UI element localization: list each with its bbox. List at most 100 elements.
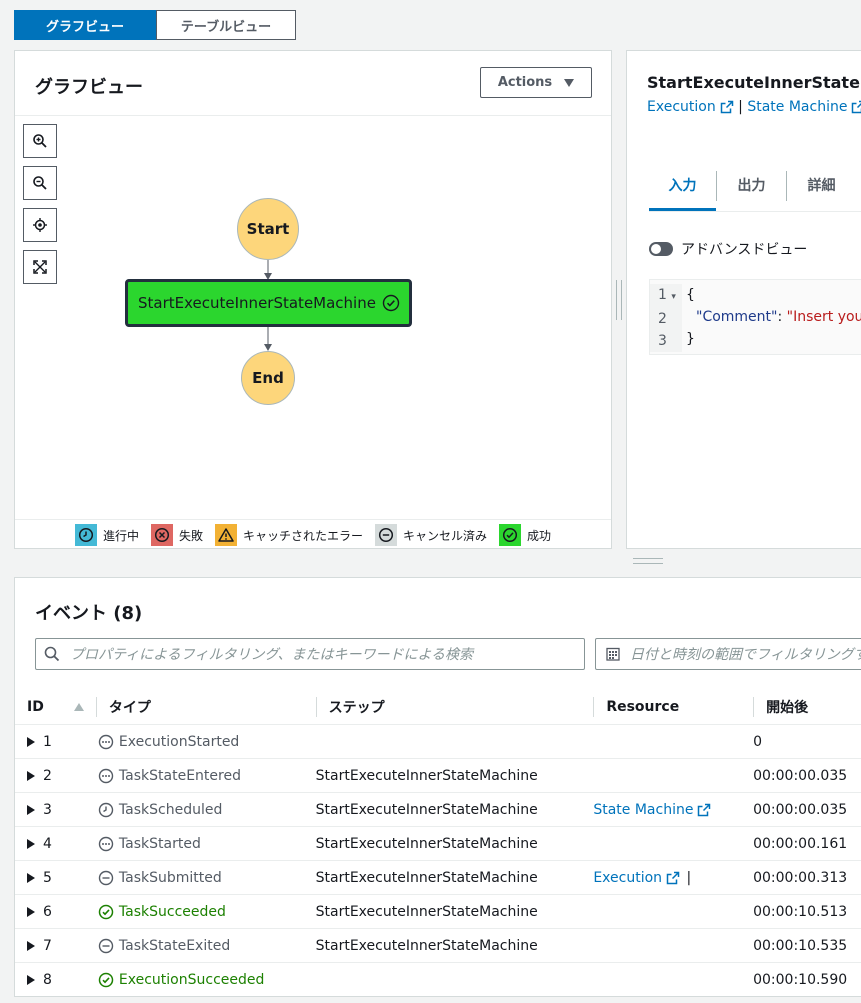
- start-node-label: Start: [246, 220, 290, 238]
- json-colon: :: [777, 309, 787, 325]
- event-resource: [593, 758, 754, 793]
- search-placeholder: プロパティによるフィルタリング、またはキーワードによる検索: [70, 647, 474, 663]
- event-id: 4: [43, 835, 52, 852]
- execution-link[interactable]: Execution: [647, 99, 734, 115]
- view-switch: グラフビュー テーブルビュー: [14, 10, 296, 40]
- graph-view-tab[interactable]: グラフビュー: [14, 10, 156, 40]
- event-resource: [593, 962, 754, 996]
- check-circle-icon: [98, 972, 114, 987]
- resource-execution-link[interactable]: Execution: [593, 870, 680, 886]
- events-panel: イベント (8) プロパティによるフィルタリング、またはキーワードによる検索 日…: [14, 577, 861, 997]
- table-row[interactable]: 7 TaskStateExited StartExecuteInnerState…: [15, 928, 861, 963]
- table-row[interactable]: 5 TaskSubmitted StartExecuteInnerStateMa…: [15, 860, 861, 895]
- column-header-label: タイプ: [108, 700, 151, 716]
- fold-caret-icon[interactable]: ▾: [671, 292, 676, 302]
- legend-label: キャンセル済み: [403, 528, 488, 543]
- external-link-icon: [720, 100, 733, 114]
- expand-row-icon[interactable]: [27, 838, 35, 849]
- column-header-type[interactable]: タイプ: [95, 690, 316, 725]
- event-type: TaskStateEntered: [118, 767, 241, 784]
- calendar-icon: [606, 647, 620, 661]
- advanced-view-toggle-row: アドバンスドビュー: [649, 239, 807, 259]
- event-step: StartExecuteInnerStateMachine: [315, 928, 594, 963]
- event-type: TaskStarted: [118, 835, 201, 852]
- clock-icon: [74, 524, 97, 546]
- legend-label: 成功: [527, 528, 552, 543]
- event-elapsed: 00:00:10.590: [753, 962, 861, 996]
- column-header-step[interactable]: ステップ: [315, 690, 594, 725]
- event-elapsed: 00:00:00.035: [753, 792, 861, 827]
- column-header-resource[interactable]: Resource: [593, 690, 754, 725]
- column-header-label: ステップ: [328, 700, 385, 716]
- table-row[interactable]: 8 ExecutionSucceeded 00:00:10.590: [15, 962, 861, 996]
- table-header-row: ID タイプ ステップ Resource 開始後: [15, 690, 861, 725]
- event-step: [315, 724, 594, 759]
- detail-links: Execution | State Machine: [647, 99, 861, 115]
- expand-row-icon[interactable]: [27, 872, 35, 883]
- table-row[interactable]: 4 TaskStarted StartExecuteInnerStateMach…: [15, 826, 861, 861]
- date-range-filter[interactable]: 日付と時刻の範囲でフィルタリングす: [595, 638, 861, 670]
- minus-circle-icon: [375, 524, 397, 546]
- event-resource: [593, 826, 754, 861]
- date-filter-placeholder: 日付と時刻の範囲でフィルタリングす: [630, 647, 861, 663]
- expand-row-icon[interactable]: [27, 770, 35, 781]
- event-type: TaskSucceeded: [118, 903, 226, 920]
- tab-output[interactable]: 出力: [716, 171, 786, 201]
- expand-row-icon[interactable]: [27, 974, 35, 985]
- events-search-input[interactable]: プロパティによるフィルタリング、またはキーワードによる検索: [35, 638, 585, 670]
- expand-row-icon[interactable]: [27, 940, 35, 951]
- table-row[interactable]: 6 TaskSucceeded StartExecuteInnerStateMa…: [15, 894, 861, 929]
- tab-details[interactable]: 詳細: [786, 171, 856, 201]
- legend-in-progress: 進行中: [74, 524, 139, 546]
- clock-icon: [98, 802, 114, 817]
- detail-panel: StartExecuteInnerStateMa Execution | Sta…: [626, 50, 861, 549]
- event-resource: [593, 928, 754, 963]
- code-line-1: {: [686, 287, 695, 303]
- execution-link-label: Execution: [647, 99, 716, 115]
- task-node[interactable]: StartExecuteInnerStateMachine: [125, 279, 412, 327]
- status-legend: 進行中 失敗 キャッチされたエラー キャンセル済み 成功: [15, 519, 611, 550]
- warning-icon: [214, 524, 237, 546]
- detail-tabs: 入力 出力 詳細: [649, 161, 856, 211]
- event-resource: State Machine: [593, 801, 694, 818]
- advanced-view-toggle[interactable]: [649, 242, 673, 256]
- event-resource: [593, 724, 754, 759]
- event-step: [315, 962, 594, 996]
- task-node-label: StartExecuteInnerStateMachine: [138, 294, 376, 312]
- expand-row-icon[interactable]: [27, 906, 35, 917]
- event-id: 6: [43, 903, 52, 920]
- table-row[interactable]: 3 TaskScheduled StartExecuteInnerStateMa…: [15, 792, 861, 827]
- tab-input[interactable]: 入力: [649, 161, 716, 211]
- start-node[interactable]: Start: [237, 198, 299, 260]
- resource-state-machine-link[interactable]: State Machine: [593, 802, 711, 818]
- code-gutter: 1 ▾ 2 3: [650, 284, 682, 352]
- table-row[interactable]: 2 TaskStateEntered StartExecuteInnerStat…: [15, 758, 861, 793]
- event-id: 5: [43, 869, 52, 886]
- horizontal-resize-handle[interactable]: [633, 558, 663, 564]
- event-id: 8: [43, 971, 52, 988]
- event-elapsed: 00:00:00.313: [753, 860, 861, 895]
- sort-ascending-icon: [73, 703, 84, 711]
- column-header-elapsed[interactable]: 開始後: [753, 690, 861, 725]
- end-node[interactable]: End: [241, 351, 295, 405]
- end-node-label: End: [252, 369, 284, 387]
- event-id: 7: [43, 937, 52, 954]
- table-row[interactable]: 1 ExecutionStarted 0: [15, 724, 861, 759]
- state-machine-link[interactable]: State Machine: [747, 99, 861, 115]
- event-resource: [593, 894, 754, 929]
- check-circle-icon: [382, 294, 400, 312]
- event-elapsed: 00:00:10.535: [753, 928, 861, 963]
- external-link-icon: [698, 803, 711, 816]
- vertical-resize-handle[interactable]: [616, 280, 622, 320]
- event-step: StartExecuteInnerStateMachine: [315, 860, 594, 895]
- line-number: 1: [658, 287, 667, 303]
- event-step: StartExecuteInnerStateMachine: [315, 826, 594, 861]
- table-view-tab[interactable]: テーブルビュー: [156, 10, 296, 40]
- event-elapsed: 00:00:00.161: [753, 826, 861, 861]
- external-link-icon: [852, 100, 861, 114]
- json-code-editor[interactable]: 1 ▾ 2 3 { "Comment": "Insert your }: [649, 279, 861, 355]
- column-header-id[interactable]: ID: [15, 690, 96, 725]
- expand-row-icon[interactable]: [27, 804, 35, 815]
- external-link-icon: [666, 871, 680, 884]
- expand-row-icon[interactable]: [27, 736, 35, 747]
